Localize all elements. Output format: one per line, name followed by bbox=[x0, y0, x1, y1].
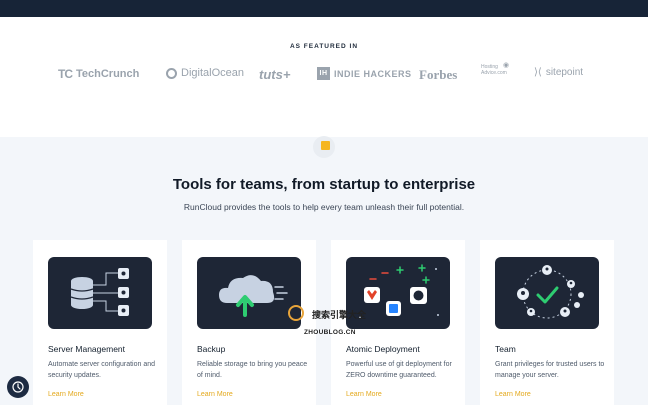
digitalocean-logo[interactable]: DigitalOcean bbox=[166, 67, 244, 79]
top-nav-bar bbox=[0, 0, 648, 17]
sitepoint-logo[interactable]: ⟩⟨ sitepoint bbox=[534, 67, 583, 78]
learn-more-link[interactable]: Learn More bbox=[197, 391, 233, 398]
watermark-url: ZHOUBLOG.CN bbox=[304, 329, 356, 336]
runcloud-cube-icon bbox=[313, 136, 335, 158]
techcrunch-label: TechCrunch bbox=[76, 68, 140, 80]
feature-card-backup[interactable]: Backup Reliable storage to bring you pea… bbox=[182, 240, 316, 405]
team-illustration bbox=[495, 257, 599, 329]
indiehackers-logo[interactable]: IH INDIE HACKERS bbox=[317, 67, 412, 80]
learn-more-link[interactable]: Learn More bbox=[346, 391, 382, 398]
forbes-label: Forbes bbox=[419, 67, 458, 82]
featured-section: AS FEATURED IN TC TechCrunch DigitalOcea… bbox=[0, 17, 648, 137]
feature-description: Grant privileges for trusted users to ma… bbox=[495, 361, 605, 379]
featured-title: AS FEATURED IN bbox=[289, 43, 359, 50]
feature-card-team[interactable]: Team Grant privileges for trusted users … bbox=[480, 240, 614, 405]
hostingadvice-label-2: Advice.com bbox=[481, 70, 507, 76]
indiehackers-label: INDIE HACKERS bbox=[334, 68, 412, 79]
techcrunch-mark-icon: TC bbox=[58, 67, 73, 81]
sitepoint-mark-icon: ⟩⟨ bbox=[534, 67, 542, 78]
learn-more-link[interactable]: Learn More bbox=[48, 391, 84, 398]
page-subheadline: RunCloud provides the tools to help ever… bbox=[183, 202, 465, 212]
tuts-logo[interactable]: tuts+ bbox=[259, 67, 290, 82]
indiehackers-mark-icon: IH bbox=[317, 67, 330, 80]
feature-title: Backup bbox=[197, 344, 226, 354]
techcrunch-logo[interactable]: TC TechCrunch bbox=[58, 67, 139, 81]
digitalocean-label: DigitalOcean bbox=[181, 67, 244, 79]
page-headline: Tools for teams, from startup to enterpr… bbox=[172, 176, 476, 193]
feature-description: Powerful use of git deployment for ZERO … bbox=[346, 361, 452, 379]
fingerprint-icon bbox=[12, 381, 24, 393]
feature-card-server-management[interactable]: Server Management Automate server config… bbox=[33, 240, 167, 405]
feature-title: Atomic Deployment bbox=[346, 344, 420, 354]
sitepoint-label: sitepoint bbox=[545, 67, 584, 78]
tuts-label: tuts+ bbox=[259, 67, 291, 82]
feature-description: Automate server configuration and securi… bbox=[48, 361, 156, 379]
watermark-brand: 搜索引擎大全 bbox=[312, 310, 367, 320]
server-management-illustration bbox=[48, 257, 152, 329]
feature-description: Reliable storage to bring you peace of m… bbox=[197, 361, 308, 379]
cookie-settings-button[interactable] bbox=[7, 376, 29, 398]
backup-illustration bbox=[197, 257, 301, 329]
hostingadvice-logo[interactable]: ◉ Hosting Advice.com bbox=[481, 62, 510, 76]
feature-title: Team bbox=[495, 344, 516, 354]
digitalocean-mark-icon bbox=[166, 67, 177, 79]
learn-more-link[interactable]: Learn More bbox=[495, 391, 531, 398]
hostingadvice-hat-icon: ◉ bbox=[503, 62, 510, 69]
feature-card-atomic-deployment[interactable]: Atomic Deployment Powerful use of git de… bbox=[331, 240, 465, 405]
feature-title: Server Management bbox=[48, 344, 126, 354]
forbes-logo[interactable]: Forbes bbox=[419, 67, 457, 83]
watermark-ring-icon bbox=[288, 305, 304, 321]
